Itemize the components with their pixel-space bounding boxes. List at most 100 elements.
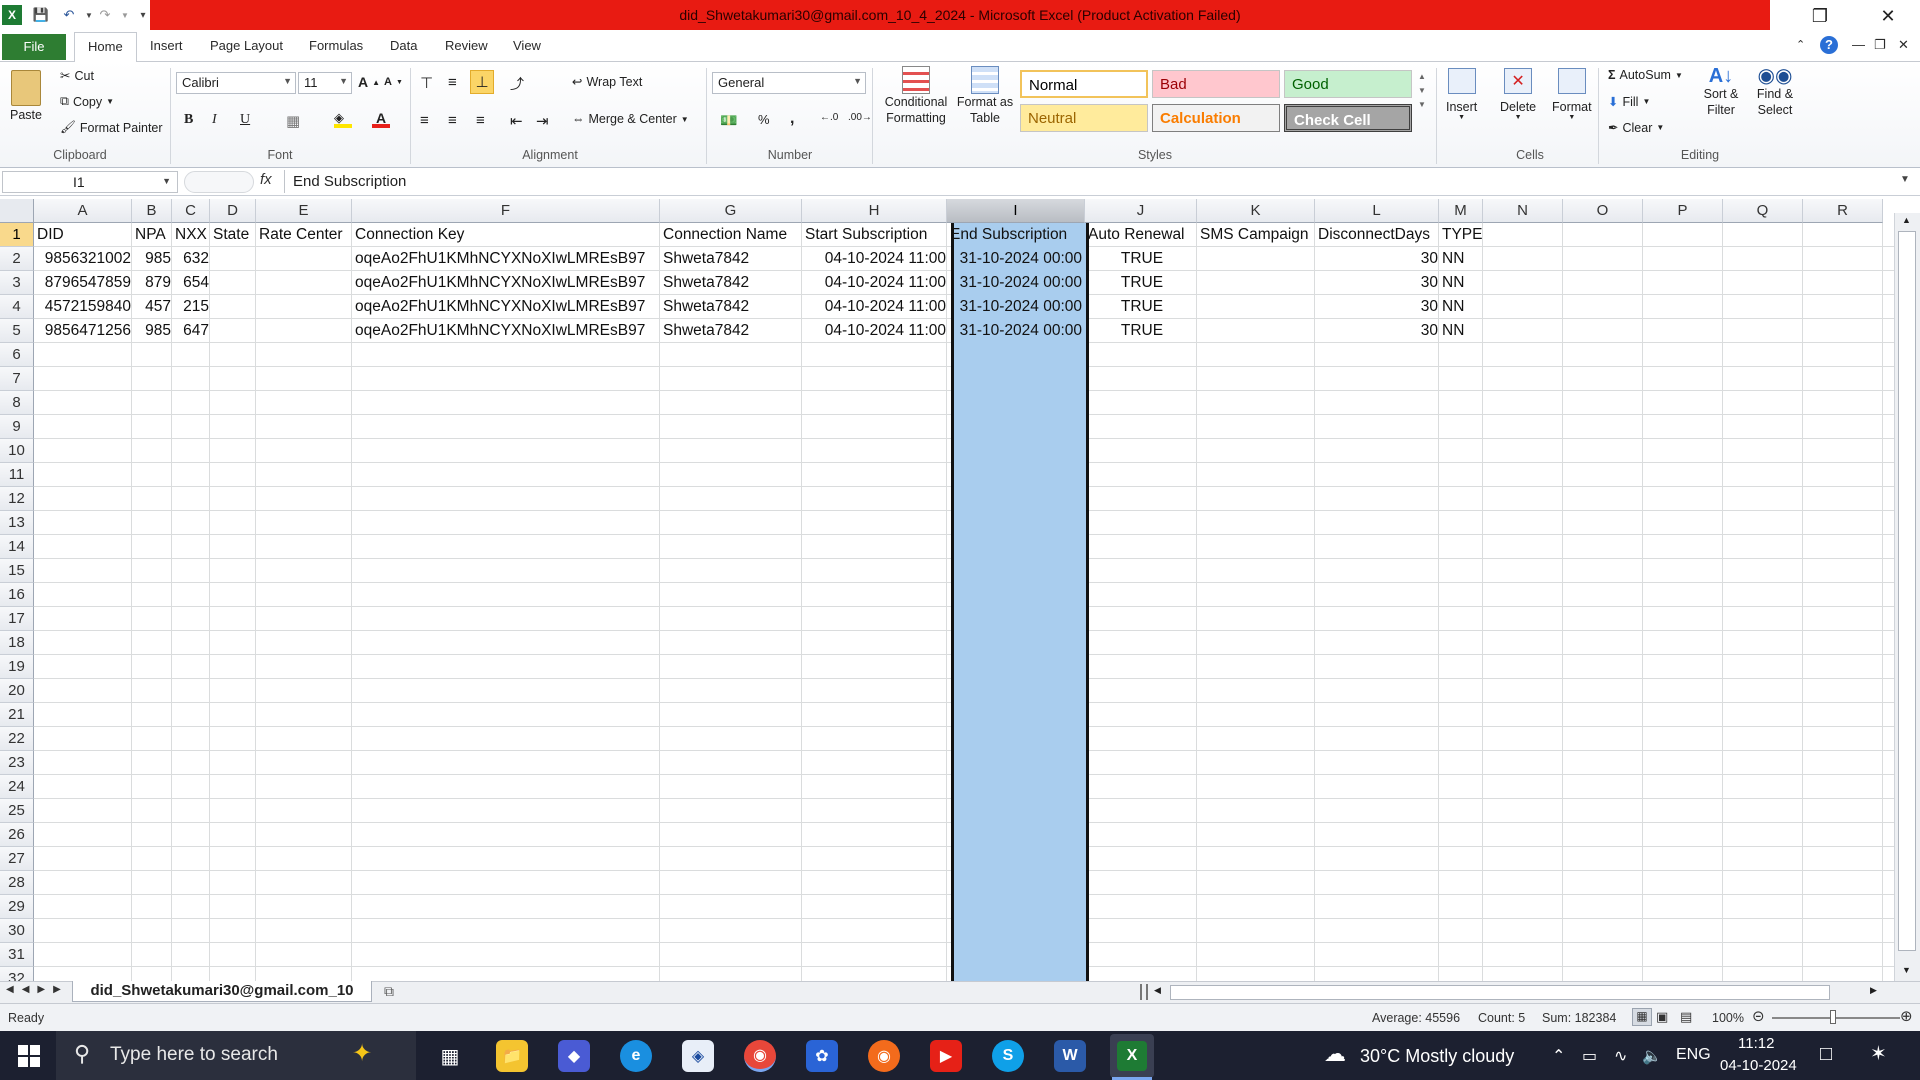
fill-color-icon[interactable]: ◈ <box>334 110 352 128</box>
redo-dropdown-icon[interactable]: ▼ <box>116 6 134 24</box>
insert-cells-button[interactable]: Insert ▼ <box>1446 68 1477 121</box>
data-cell[interactable]: 985 <box>132 319 174 343</box>
align-center-icon[interactable]: ≡ <box>448 112 457 129</box>
data-cell[interactable]: NN <box>1439 319 1485 343</box>
column-header-a[interactable]: A <box>34 199 132 223</box>
column-header-m[interactable]: M <box>1439 199 1483 223</box>
borders-icon[interactable]: ▦ <box>286 112 300 130</box>
find-select-button[interactable]: ◉◉ Find & Select <box>1750 66 1800 118</box>
row-header[interactable]: 6 <box>0 343 34 367</box>
page-break-view-icon[interactable]: ▤ <box>1680 1009 1692 1025</box>
merge-center-button[interactable]: ⇔ Merge & Center ▼ <box>572 112 689 126</box>
youtube-icon[interactable]: ▶ <box>930 1040 962 1072</box>
excel-app-icon[interactable]: X <box>2 5 22 25</box>
accounting-format-icon[interactable]: 💵 <box>720 112 737 129</box>
vertical-scrollbar[interactable]: ▲ ▼ <box>1894 213 1920 983</box>
row-header[interactable]: 24 <box>0 775 34 799</box>
header-cell[interactable]: TYPE <box>1439 223 1485 247</box>
header-cell[interactable]: Connection Name <box>660 223 804 247</box>
row-header[interactable]: 19 <box>0 655 34 679</box>
data-cell[interactable]: 8796547859 <box>34 271 134 295</box>
column-header-j[interactable]: J <box>1085 199 1197 223</box>
undo-icon[interactable]: ↶ <box>60 6 78 24</box>
weather-text[interactable]: 30°C Mostly cloudy <box>1360 1046 1514 1067</box>
data-cell[interactable]: Shweta7842 <box>660 295 804 319</box>
row-header[interactable]: 31 <box>0 943 34 967</box>
column-header-f[interactable]: F <box>352 199 660 223</box>
data-cell[interactable]: 04-10-2024 11:00 <box>802 319 949 343</box>
column-header-n[interactable]: N <box>1483 199 1563 223</box>
align-top-icon[interactable]: ⊤ <box>420 74 433 92</box>
edge-browser-icon[interactable]: e <box>620 1040 652 1072</box>
word-icon[interactable]: W <box>1054 1040 1086 1072</box>
row-header[interactable]: 1 <box>0 223 34 247</box>
decrease-indent-icon[interactable]: ⇤ <box>510 112 523 130</box>
header-cell[interactable]: State <box>210 223 258 247</box>
row-header[interactable]: 9 <box>0 415 34 439</box>
font-size-select[interactable]: 11 ▼ <box>298 72 352 94</box>
data-cell[interactable]: 879 <box>132 271 174 295</box>
zoom-slider[interactable] <box>1772 1017 1900 1019</box>
row-header[interactable]: 14 <box>0 535 34 559</box>
data-cell[interactable]: 31-10-2024 00:00 <box>947 295 1085 319</box>
redo-icon[interactable]: ↷ <box>96 6 114 24</box>
battery-icon[interactable]: ▭ <box>1582 1046 1597 1066</box>
data-cell[interactable]: 632 <box>172 247 212 271</box>
task-view-icon[interactable]: ▦ <box>434 1040 466 1072</box>
column-header-k[interactable]: K <box>1197 199 1315 223</box>
row-header[interactable]: 26 <box>0 823 34 847</box>
excel-taskbar-icon[interactable]: X <box>1110 1034 1154 1078</box>
data-cell[interactable]: Shweta7842 <box>660 271 804 295</box>
data-cell[interactable]: 9856471256 <box>34 319 134 343</box>
format-as-table-button[interactable]: Format as Table <box>954 66 1016 126</box>
clock-time[interactable]: 11:12 <box>1738 1035 1774 1052</box>
data-cell[interactable]: oqeAo2FhU1KMhNCYXNoXIwLMREsB97 <box>352 319 662 343</box>
align-left-icon[interactable]: ≡ <box>420 112 429 129</box>
insert-function-icon[interactable]: fx <box>260 171 272 188</box>
data-cell[interactable]: 215 <box>172 295 212 319</box>
save-icon[interactable]: 💾 <box>32 6 50 24</box>
row-header[interactable]: 16 <box>0 583 34 607</box>
column-header-e[interactable]: E <box>256 199 352 223</box>
weather-cloud-icon[interactable]: ☁ <box>1324 1041 1346 1067</box>
tab-split-handle[interactable] <box>1140 984 1148 1000</box>
header-cell[interactable]: NPA <box>132 223 174 247</box>
style-calculation[interactable]: Calculation <box>1152 104 1280 132</box>
row-header[interactable]: 8 <box>0 391 34 415</box>
header-cell[interactable]: NXX <box>172 223 212 247</box>
workbook-minimize-icon[interactable]: — <box>1852 37 1865 52</box>
style-check-cell[interactable]: Check Cell <box>1284 104 1412 132</box>
zoom-out-icon[interactable]: ⊝ <box>1752 1007 1765 1025</box>
data-cell[interactable]: 04-10-2024 11:00 <box>802 271 949 295</box>
data-cell[interactable]: 31-10-2024 00:00 <box>947 271 1085 295</box>
zoom-level[interactable]: 100% <box>1712 1011 1744 1025</box>
chrome-browser-icon[interactable]: ◉ <box>744 1040 776 1072</box>
tab-view[interactable]: View <box>513 38 541 53</box>
data-cell[interactable]: 04-10-2024 11:00 <box>802 295 949 319</box>
data-cell[interactable]: 4572159840 <box>34 295 134 319</box>
scroll-up-icon[interactable]: ▲ <box>1902 215 1911 225</box>
format-cells-button[interactable]: Format ▼ <box>1552 68 1592 121</box>
percent-button[interactable]: % <box>758 112 770 127</box>
row-header[interactable]: 10 <box>0 439 34 463</box>
skype-icon[interactable]: S <box>992 1040 1024 1072</box>
row-header[interactable]: 15 <box>0 559 34 583</box>
number-format-select[interactable]: General ▼ <box>712 72 866 94</box>
row-header[interactable]: 5 <box>0 319 34 343</box>
wrap-text-button[interactable]: ↩ Wrap Text <box>572 74 642 90</box>
language-indicator[interactable]: ENG <box>1676 1046 1711 1064</box>
data-cell[interactable]: 647 <box>172 319 212 343</box>
format-painter-button[interactable]: 🖌 Format Painter <box>60 120 163 135</box>
font-color-icon[interactable]: A <box>372 110 390 128</box>
expand-formula-bar-icon[interactable]: ▼ <box>1900 174 1910 185</box>
copy-button[interactable]: ⧉ Copy ▼ <box>60 94 114 109</box>
volume-icon[interactable]: 🔈 <box>1642 1046 1662 1066</box>
scroll-down-icon[interactable]: ▼ <box>1902 965 1911 975</box>
data-cell[interactable]: 30 <box>1315 319 1441 343</box>
header-cell[interactable]: Connection Key <box>352 223 662 247</box>
style-normal[interactable]: Normal <box>1020 70 1148 98</box>
row-header[interactable]: 7 <box>0 367 34 391</box>
decrease-decimal-icon[interactable]: .00→ <box>848 112 872 123</box>
sort-filter-button[interactable]: A↓ Sort & Filter <box>1696 66 1746 118</box>
align-right-icon[interactable]: ≡ <box>476 112 485 129</box>
